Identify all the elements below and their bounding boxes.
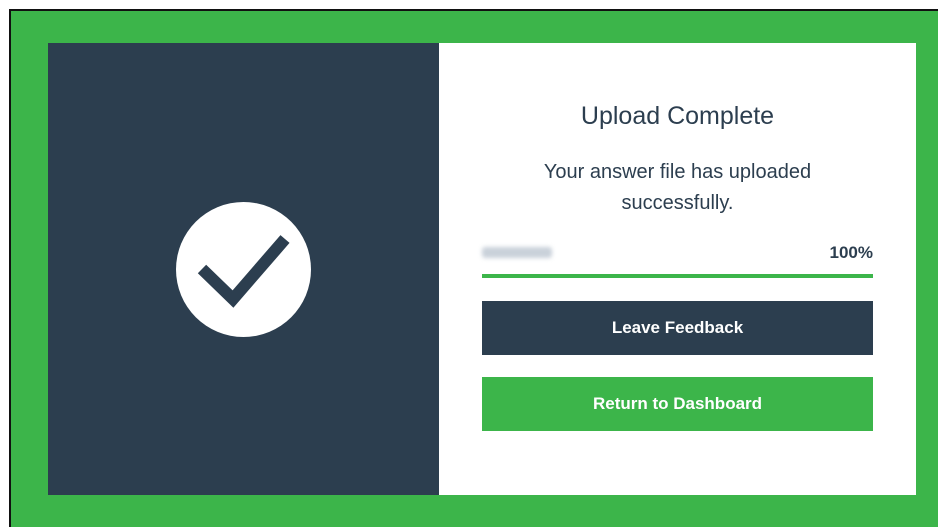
upload-complete-dialog: Upload Complete Your answer file has upl… xyxy=(48,43,916,495)
checkmark-icon xyxy=(197,235,290,308)
progress-row: 100% xyxy=(482,241,873,265)
progress-bar xyxy=(482,274,873,278)
file-name-blurred xyxy=(482,247,552,258)
status-panel xyxy=(48,43,439,495)
success-message: Your answer file has uploaded successful… xyxy=(543,161,812,214)
page-frame: Upload Complete Your answer file has upl… xyxy=(9,9,938,527)
progress-bar-fill xyxy=(482,274,873,278)
leave-feedback-button[interactable]: Leave Feedback xyxy=(482,301,873,355)
dialog-title: Upload Complete xyxy=(580,102,775,130)
progress-percent: 100% xyxy=(829,243,873,262)
checkmark-circle-icon xyxy=(176,202,311,337)
content-panel: Upload Complete Your answer file has upl… xyxy=(439,43,916,495)
return-to-dashboard-button[interactable]: Return to Dashboard xyxy=(482,377,873,431)
